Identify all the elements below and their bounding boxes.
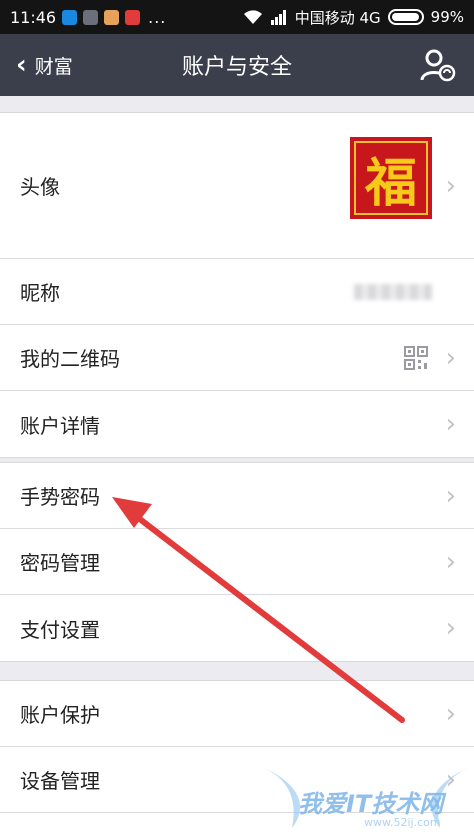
- account-protection-row[interactable]: 账户保护 ›: [0, 681, 474, 747]
- nickname-row[interactable]: 昵称: [0, 259, 474, 325]
- battery-icon: [387, 9, 424, 25]
- nickname-blurred-value: [354, 284, 432, 300]
- password-management-row[interactable]: 密码管理 ›: [0, 529, 474, 595]
- row-label: 手势密码: [20, 485, 100, 509]
- notification-gallery-icon: [83, 9, 99, 25]
- row-label: 支付设置: [20, 617, 100, 642]
- chevron-right-icon: ›: [445, 613, 456, 643]
- chevron-right-icon: ›: [445, 170, 456, 201]
- chevron-right-icon: ›: [445, 342, 456, 373]
- row-label: 密码管理: [20, 551, 100, 575]
- status-bar: 11:46 ... 中国移动 4G 99%: [0, 0, 474, 34]
- security-group: 账户保护 › 设备管理 ›: [0, 680, 474, 837]
- signal-icon: [270, 10, 286, 25]
- qr-code-row[interactable]: 我的二维码 ›: [0, 325, 474, 391]
- row-label: 我的二维码: [20, 347, 120, 371]
- battery-percent: 99%: [430, 8, 464, 26]
- carrier-label: 中国移动 4G: [294, 8, 381, 27]
- row-label: 设备管理: [20, 769, 100, 793]
- chevron-right-icon: ›: [445, 698, 456, 729]
- back-button[interactable]: ‹ 财富: [0, 34, 73, 96]
- notification-app-icon: [104, 9, 120, 25]
- more-notifications: ...: [148, 7, 167, 27]
- avatar-row[interactable]: 头像 福 ›: [0, 113, 474, 259]
- alarm-icon: [125, 9, 141, 25]
- user-sync-icon[interactable]: [420, 48, 456, 82]
- chevron-right-icon: ›: [445, 546, 456, 577]
- battery-fill: [391, 13, 420, 21]
- chevron-left-icon: ‹: [16, 50, 27, 80]
- account-details-row[interactable]: 账户详情 ›: [0, 391, 474, 457]
- profile-group: 头像 福 › 昵称 我的二维码 › 账户详情 ›: [0, 112, 474, 458]
- row-label: 账户详情: [20, 413, 100, 438]
- device-management-row[interactable]: 设备管理 ›: [0, 747, 474, 813]
- back-label: 财富: [34, 55, 73, 78]
- chevron-right-icon: ›: [445, 480, 456, 511]
- wifi-icon: [243, 10, 262, 24]
- nav-bar: ‹ 财富 账户与安全: [0, 34, 474, 96]
- status-time: 11:46: [10, 7, 57, 27]
- qr-code-icon: [404, 346, 428, 370]
- chevron-right-icon: ›: [445, 764, 456, 795]
- partial-row[interactable]: [0, 813, 474, 837]
- chevron-right-icon: ›: [445, 409, 456, 439]
- notification-app-icon: [62, 9, 78, 25]
- avatar: 福: [350, 137, 432, 219]
- status-right: 中国移动 4G 99%: [243, 7, 464, 28]
- gesture-password-row[interactable]: 手势密码 ›: [0, 463, 474, 529]
- row-label: 头像: [20, 175, 60, 199]
- row-label: 账户保护: [20, 703, 100, 727]
- row-label: 昵称: [20, 281, 60, 305]
- payment-settings-row[interactable]: 支付设置 ›: [0, 595, 474, 661]
- password-group: 手势密码 › 密码管理 › 支付设置 ›: [0, 462, 474, 662]
